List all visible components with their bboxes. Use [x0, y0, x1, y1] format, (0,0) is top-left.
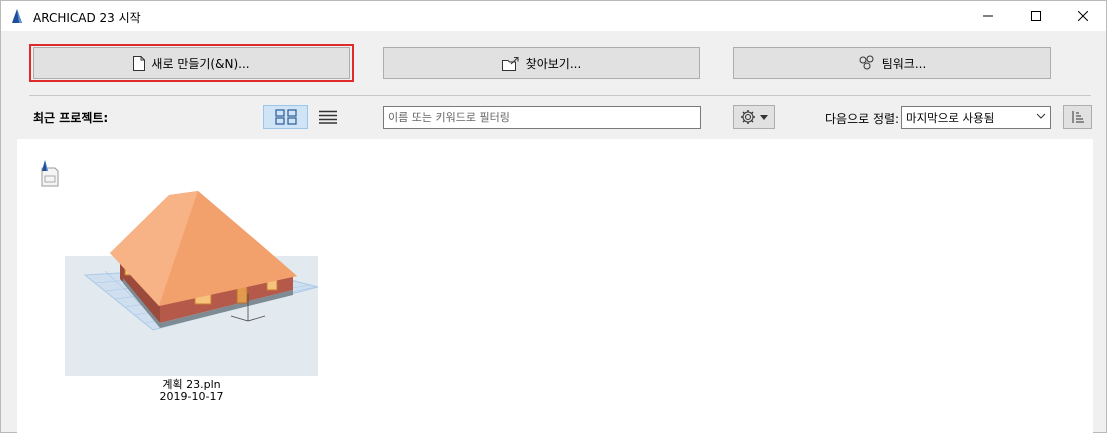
browse-label: 찾아보기...	[525, 56, 582, 71]
recent-projects-heading: 최근 프로젝트:	[33, 111, 109, 125]
settings-menu-button[interactable]	[733, 105, 775, 129]
teamwork-button[interactable]: 팀워크...	[733, 47, 1051, 79]
sort-label: 다음으로 정렬:	[825, 112, 900, 126]
list-view-icon	[319, 110, 337, 124]
grid-view-button[interactable]	[263, 105, 308, 129]
grid-view-icon	[274, 109, 297, 125]
filter-input[interactable]	[383, 106, 701, 129]
sort-order-icon	[1072, 111, 1084, 123]
new-project-label: 새로 만들기(&N)...	[151, 56, 250, 71]
new-project-button[interactable]: 새로 만들기(&N)...	[33, 47, 350, 79]
divider	[29, 95, 1091, 96]
archicad-logo-icon	[9, 8, 25, 24]
maximize-icon	[1031, 11, 1041, 21]
teamwork-icon	[859, 55, 874, 70]
close-icon	[1078, 11, 1088, 21]
sort-dropdown[interactable]: 마지막으로 사용됨	[901, 106, 1051, 129]
list-view-button[interactable]	[313, 105, 343, 129]
teamwork-label: 팀워크...	[881, 56, 927, 71]
project-thumbnail[interactable]	[65, 189, 320, 376]
recent-projects-area: 계획 23.pln 2019-10-17	[17, 139, 1093, 433]
minimize-button[interactable]	[965, 1, 1011, 31]
house-preview-image	[65, 191, 320, 376]
minimize-icon	[983, 15, 993, 17]
new-document-icon	[133, 55, 146, 71]
open-folder-icon	[501, 56, 519, 71]
window-title: ARCHICAD 23 시작	[33, 11, 141, 25]
dropdown-arrow-icon	[760, 114, 768, 120]
archicad-start-window: ARCHICAD 23 시작 새로 만들기(&N)... 찾아보기... 팀워크…	[0, 0, 1107, 433]
sort-value: 마지막으로 사용됨	[906, 111, 995, 125]
maximize-button[interactable]	[1013, 1, 1059, 31]
title-bar: ARCHICAD 23 시작	[1, 1, 1106, 31]
sort-order-button[interactable]	[1063, 105, 1092, 129]
close-button[interactable]	[1060, 1, 1106, 31]
pln-file-icon	[40, 159, 60, 187]
project-file-date: 2019-10-17	[159, 390, 224, 403]
chevron-down-icon	[1036, 110, 1046, 124]
gear-icon	[741, 110, 755, 124]
browse-button[interactable]: 찾아보기...	[383, 47, 700, 79]
